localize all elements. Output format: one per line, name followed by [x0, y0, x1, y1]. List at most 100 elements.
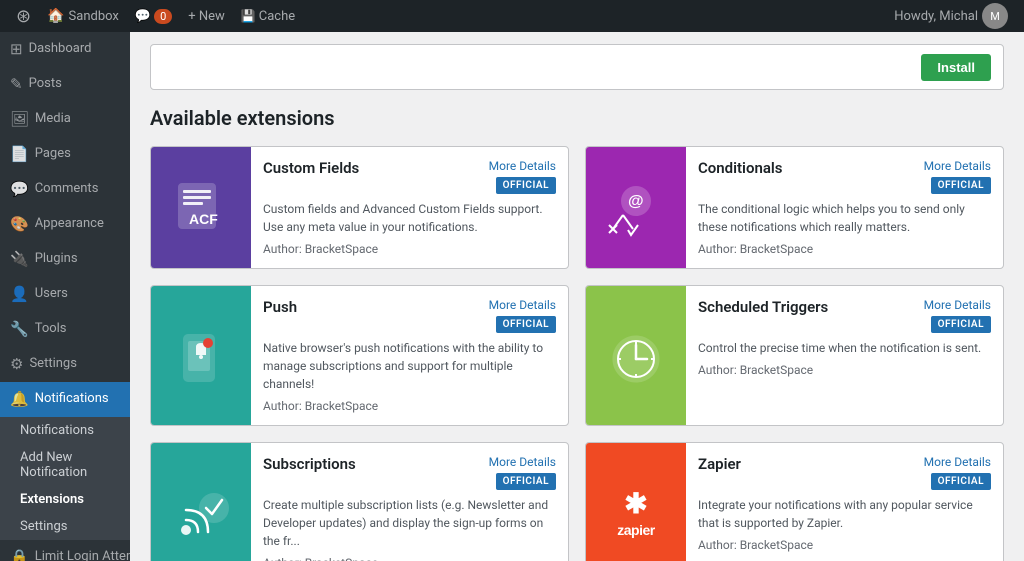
- new-button[interactable]: + New: [180, 0, 233, 32]
- push-more-details[interactable]: More Details: [489, 298, 556, 312]
- subscriptions-thumb: [151, 443, 251, 561]
- limit-login-icon: 🔒: [10, 547, 29, 561]
- conditionals-icon: @: [601, 173, 671, 243]
- sidebar-item-tools[interactable]: 🔧 Tools: [0, 312, 130, 347]
- subscriptions-more-details[interactable]: More Details: [489, 455, 556, 469]
- sidebar-sub-notifications[interactable]: Notifications: [0, 417, 130, 444]
- extension-card-custom-fields: ACF Custom Fields More Details OFFICIAL …: [150, 146, 569, 269]
- notifications-submenu: Notifications Add New Notification Exten…: [0, 417, 130, 540]
- zapier-author: Author: BracketSpace: [698, 538, 991, 552]
- conditionals-meta: More Details OFFICIAL: [924, 159, 991, 194]
- sidebar-sub-add-new[interactable]: Add New Notification: [0, 444, 130, 486]
- subscriptions-desc: Create multiple subscription lists (e.g.…: [263, 496, 556, 550]
- comments-icon: 💬: [10, 179, 29, 200]
- sidebar-item-pages[interactable]: 📄 Pages: [0, 137, 130, 172]
- subscriptions-badge: OFFICIAL: [496, 473, 556, 490]
- scheduled-badge: OFFICIAL: [931, 316, 991, 333]
- push-badge: OFFICIAL: [496, 316, 556, 333]
- conditionals-more-details[interactable]: More Details: [924, 159, 991, 173]
- comment-icon: 💬: [135, 9, 151, 24]
- extension-card-subscriptions: Subscriptions More Details OFFICIAL Crea…: [150, 442, 569, 561]
- scheduled-name: Scheduled Triggers: [698, 298, 828, 316]
- conditionals-thumb: @: [586, 147, 686, 268]
- sidebar-item-users[interactable]: 👤 Users: [0, 277, 130, 312]
- subscriptions-name: Subscriptions: [263, 455, 356, 473]
- zapier-thumb: ✱ zapier: [586, 443, 686, 561]
- sidebar-item-posts[interactable]: ✎ Posts: [0, 67, 130, 102]
- media-icon: 🖼: [10, 109, 29, 130]
- wp-logo[interactable]: ⊛: [8, 0, 39, 32]
- zapier-more-details[interactable]: More Details: [924, 455, 991, 469]
- custom-fields-thumb: ACF: [151, 147, 251, 268]
- comments-bar-item[interactable]: 💬 0: [127, 0, 180, 32]
- appearance-icon: 🎨: [10, 214, 29, 235]
- posts-icon: ✎: [10, 74, 23, 95]
- zapier-name: Zapier: [698, 455, 741, 473]
- scheduled-body: Scheduled Triggers More Details OFFICIAL…: [686, 286, 1003, 425]
- extension-card-zapier: ✱ zapier Zapier More Details OFFICIAL: [585, 442, 1004, 561]
- sidebar-item-media[interactable]: 🖼 Media: [0, 102, 130, 137]
- install-button[interactable]: Install: [921, 54, 991, 81]
- acf-icon: ACF: [171, 178, 231, 238]
- conditionals-body: Conditionals More Details OFFICIAL The c…: [686, 147, 1003, 268]
- content-area: Install Available extensions ACF: [130, 32, 1024, 561]
- push-thumb: [151, 286, 251, 425]
- sidebar-sub-notif-settings[interactable]: Settings: [0, 513, 130, 540]
- scheduled-meta: More Details OFFICIAL: [924, 298, 991, 333]
- svg-text:ACF: ACF: [189, 211, 218, 227]
- dashboard-icon: ⊞: [10, 39, 23, 60]
- sidebar-item-dashboard[interactable]: ⊞ Dashboard: [0, 32, 130, 67]
- sidebar-item-limit-login[interactable]: 🔒 Limit Login Attempts: [0, 540, 130, 561]
- settings-icon: ⚙: [10, 354, 23, 375]
- push-icon: [166, 321, 236, 391]
- custom-fields-desc: Custom fields and Advanced Custom Fields…: [263, 200, 556, 236]
- howdy-text[interactable]: Howdy, Michal M: [886, 0, 1016, 32]
- custom-fields-name: Custom Fields: [263, 159, 359, 177]
- zapier-badge: OFFICIAL: [931, 473, 991, 490]
- subscriptions-icon: [166, 478, 236, 548]
- scheduled-more-details[interactable]: More Details: [924, 298, 991, 312]
- sidebar-item-notifications[interactable]: 🔔 Notifications: [0, 382, 130, 417]
- admin-bar: ⊛ 🏠 Sandbox 💬 0 + New 💾 Cache Howdy, Mic…: [0, 0, 1024, 32]
- subscriptions-body: Subscriptions More Details OFFICIAL Crea…: [251, 443, 568, 561]
- push-name: Push: [263, 298, 297, 316]
- plugins-icon: 🔌: [10, 249, 29, 270]
- conditionals-desc: The conditional logic which helps you to…: [698, 200, 991, 236]
- custom-fields-badge: OFFICIAL: [496, 177, 556, 194]
- cache-button[interactable]: 💾 Cache: [233, 0, 303, 32]
- sidebar: ⊞ Dashboard ✎ Posts 🖼 Media 📄 Pages 💬 Co…: [0, 32, 130, 561]
- extensions-grid: ACF Custom Fields More Details OFFICIAL …: [150, 146, 1004, 561]
- zapier-body: Zapier More Details OFFICIAL Integrate y…: [686, 443, 1003, 561]
- sidebar-item-appearance[interactable]: 🎨 Appearance: [0, 207, 130, 242]
- comment-count: 0: [154, 9, 172, 24]
- custom-fields-more-details[interactable]: More Details: [489, 159, 556, 173]
- section-title: Available extensions: [150, 106, 1004, 130]
- push-meta: More Details OFFICIAL: [489, 298, 556, 333]
- scheduled-icon: [601, 321, 671, 391]
- scheduled-desc: Control the precise time when the notifi…: [698, 339, 991, 357]
- custom-fields-author: Author: BracketSpace: [263, 242, 556, 256]
- pages-icon: 📄: [10, 144, 29, 165]
- push-author: Author: BracketSpace: [263, 399, 556, 413]
- top-partial-card: Install: [150, 44, 1004, 90]
- push-desc: Native browser's push notifications with…: [263, 339, 556, 393]
- zapier-meta: More Details OFFICIAL: [924, 455, 991, 490]
- site-name[interactable]: 🏠 Sandbox: [39, 0, 127, 32]
- sidebar-item-settings[interactable]: ⚙ Settings: [0, 347, 130, 382]
- tools-icon: 🔧: [10, 319, 29, 340]
- custom-fields-body: Custom Fields More Details OFFICIAL Cust…: [251, 147, 568, 268]
- scheduled-author: Author: BracketSpace: [698, 363, 991, 377]
- avatar: M: [982, 3, 1008, 29]
- subscriptions-author: Author: BracketSpace: [263, 556, 556, 561]
- sidebar-sub-extensions[interactable]: Extensions: [0, 486, 130, 513]
- push-body: Push More Details OFFICIAL Native browse…: [251, 286, 568, 425]
- sidebar-item-plugins[interactable]: 🔌 Plugins: [0, 242, 130, 277]
- conditionals-name: Conditionals: [698, 159, 783, 177]
- sidebar-item-comments[interactable]: 💬 Comments: [0, 172, 130, 207]
- zapier-desc: Integrate your notifications with any po…: [698, 496, 991, 532]
- svg-text:@: @: [628, 193, 644, 210]
- scheduled-thumb: [586, 286, 686, 425]
- custom-fields-meta: More Details OFFICIAL: [489, 159, 556, 194]
- conditionals-author: Author: BracketSpace: [698, 242, 991, 256]
- subscriptions-meta: More Details OFFICIAL: [489, 455, 556, 490]
